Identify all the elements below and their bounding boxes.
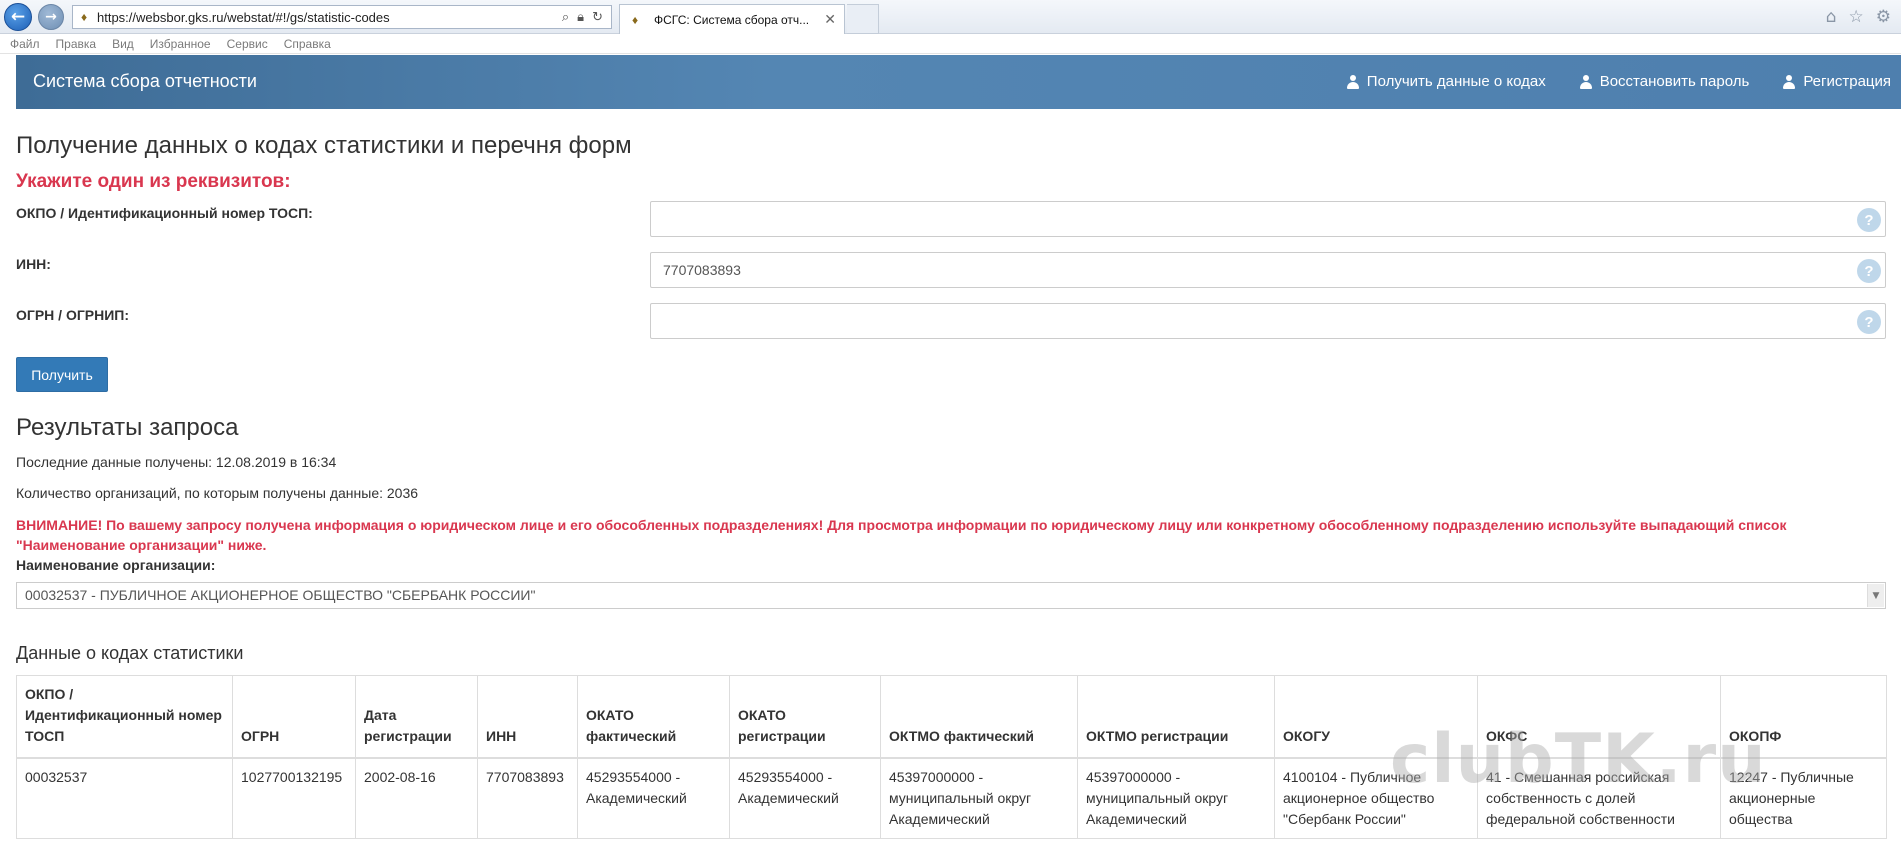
user-icon xyxy=(1783,74,1796,89)
inn-input[interactable]: 7707083893 ? xyxy=(650,252,1886,288)
form-subtitle: Укажите один из реквизитов: xyxy=(16,171,291,192)
arrow-right-icon: → xyxy=(45,9,57,25)
nav-restore-password-link[interactable]: Восстановить пароль xyxy=(1579,73,1750,90)
ogrn-input[interactable]: ? xyxy=(650,303,1886,339)
page-title: Получение данных о кодах статистики и пе… xyxy=(16,132,632,159)
menu-favorites[interactable]: Избранное xyxy=(150,37,211,51)
okpo-label: ОКПО / Идентификационный номер ТОСП: xyxy=(16,205,313,221)
column-header: ОКАТО регистрации xyxy=(729,675,881,759)
column-header: Дата регистрации xyxy=(355,675,478,759)
site-emblem-icon: ♦ xyxy=(80,10,88,24)
table-cell: 45397000000 - муниципальный округ Академ… xyxy=(1077,757,1275,839)
chevron-down-icon[interactable]: ▼ xyxy=(1867,584,1884,607)
arrow-left-icon: ← xyxy=(10,7,26,27)
menu-help[interactable]: Справка xyxy=(284,37,331,51)
back-button[interactable]: ← xyxy=(4,3,32,31)
table-cell: 7707083893 xyxy=(477,757,578,839)
nav-get-codes-link[interactable]: Получить данные о кодах xyxy=(1346,73,1546,90)
lock-icon[interactable]: 🔒︎ xyxy=(577,10,584,25)
org-select[interactable]: 00032537 - ПУБЛИЧНОЕ АКЦИОНЕРНОЕ ОБЩЕСТВ… xyxy=(16,582,1886,609)
inn-label: ИНН: xyxy=(16,256,51,272)
search-icon[interactable]: ⌕ xyxy=(562,10,569,25)
settings-gear-icon[interactable]: ⚙ xyxy=(1876,7,1891,27)
column-header: ОКТМО фактический xyxy=(880,675,1078,759)
org-select-label: Наименование организации: xyxy=(16,557,216,573)
okpo-input[interactable]: ? xyxy=(650,201,1886,237)
home-icon[interactable]: ⌂ xyxy=(1826,7,1837,27)
table-cell: 00032537 xyxy=(16,757,233,839)
refresh-icon[interactable]: ↻ xyxy=(592,10,603,25)
org-count-text: Количество организаций, по которым получ… xyxy=(16,485,419,501)
menu-tools[interactable]: Сервис xyxy=(227,37,268,51)
menu-edit[interactable]: Правка xyxy=(56,37,97,51)
new-tab-button[interactable] xyxy=(847,4,879,34)
help-icon[interactable]: ? xyxy=(1857,310,1881,334)
watermark-text: clubTK.ru xyxy=(1390,720,1767,799)
column-header: ОКАТО фактический xyxy=(577,675,730,759)
user-icon xyxy=(1579,74,1592,89)
browser-toolbar: ← → ♦ https://websbor.gks.ru/webstat/#!/… xyxy=(0,0,1901,34)
ogrn-label: ОГРН / ОГРНИП: xyxy=(16,307,130,323)
menu-view[interactable]: Вид xyxy=(112,37,134,51)
close-tab-icon[interactable]: ✕ xyxy=(824,12,836,28)
inn-value: 7707083893 xyxy=(663,262,741,278)
site-header: Система сбора отчетности Получить данные… xyxy=(16,55,1901,109)
tab-emblem-icon: ♦ xyxy=(631,12,639,27)
menu-file[interactable]: Файл xyxy=(10,37,40,51)
forward-button[interactable]: → xyxy=(38,4,64,30)
warning-message: ВНИМАНИЕ! По вашему запросу получена инф… xyxy=(16,517,1787,553)
address-url[interactable]: https://websbor.gks.ru/webstat/#!/gs/sta… xyxy=(97,10,562,25)
column-header: ОГРН xyxy=(232,675,356,759)
org-selected-value: 00032537 - ПУБЛИЧНОЕ АКЦИОНЕРНОЕ ОБЩЕСТВ… xyxy=(25,587,536,603)
last-update-text: Последние данные получены: 12.08.2019 в … xyxy=(16,454,337,470)
browser-tab[interactable]: ♦ ФСГС: Система сбора отч... ✕ xyxy=(619,4,845,34)
table-cell: 1027700132195 xyxy=(232,757,356,839)
column-header: ОКПО / Идентификационный номер ТОСП xyxy=(16,675,233,759)
nav-registration-label: Регистрация xyxy=(1803,73,1891,90)
table-cell: 45293554000 - Академический xyxy=(577,757,730,839)
column-header: ИНН xyxy=(477,675,578,759)
table-cell: 45293554000 - Академический xyxy=(729,757,881,839)
column-header: ОКТМО регистрации xyxy=(1077,675,1275,759)
brand-title[interactable]: Система сбора отчетности xyxy=(33,71,257,92)
tab-title: ФСГС: Система сбора отч... xyxy=(654,12,810,27)
header-nav: Получить данные о кодах Восстановить пар… xyxy=(1346,73,1891,90)
help-icon[interactable]: ? xyxy=(1857,259,1881,283)
codes-section-title: Данные о кодах статистики xyxy=(16,643,244,663)
help-icon[interactable]: ? xyxy=(1857,208,1881,232)
table-cell: 45397000000 - муниципальный округ Академ… xyxy=(880,757,1078,839)
favorites-star-icon[interactable]: ☆ xyxy=(1849,7,1864,27)
table-cell: 2002-08-16 xyxy=(355,757,478,839)
nav-registration-link[interactable]: Регистрация xyxy=(1783,73,1891,90)
address-bar[interactable]: ♦ https://websbor.gks.ru/webstat/#!/gs/s… xyxy=(72,5,612,29)
nav-get-codes-label: Получить данные о кодах xyxy=(1366,73,1546,90)
menu-bar: Файл Правка Вид Избранное Сервис Справка xyxy=(0,34,1901,54)
nav-restore-password-label: Восстановить пароль xyxy=(1599,73,1750,90)
results-title: Результаты запроса xyxy=(16,414,239,441)
user-icon xyxy=(1346,74,1359,89)
get-data-button[interactable]: Получить xyxy=(16,357,108,392)
